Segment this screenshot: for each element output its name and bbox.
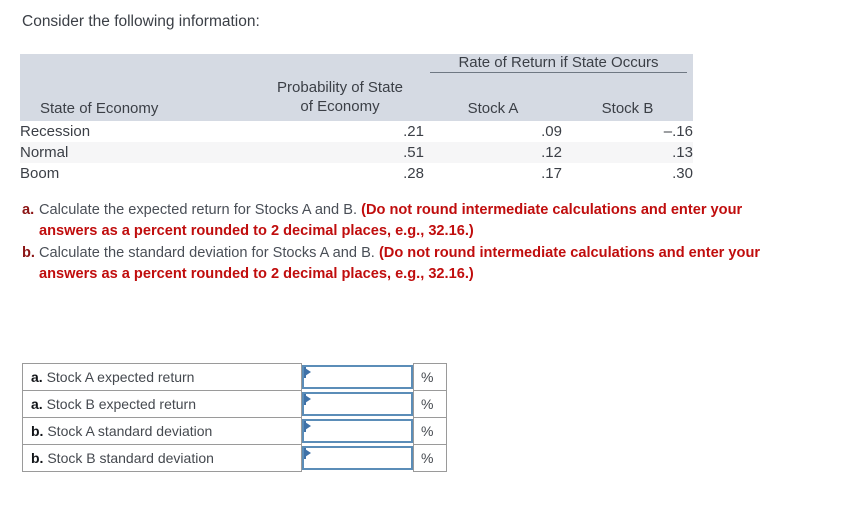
answer-input-cell: [301, 444, 414, 472]
answer-entry-table: a. Stock A expected return % a. Stock B …: [22, 363, 447, 472]
input-shell: [302, 365, 413, 389]
cell-stock-a: .17: [424, 162, 562, 184]
column-header-stock-b: Stock B: [601, 99, 654, 117]
stock-b-standard-deviation-input[interactable]: [304, 448, 411, 468]
answer-label: Stock B expected return: [46, 396, 196, 412]
information-table-head: Rate of Return if State Occurs State of …: [20, 54, 693, 121]
answer-label-cell: b. Stock B standard deviation: [22, 444, 302, 472]
table-row: Recession .21 .09 –.16: [20, 120, 693, 142]
answer-label-cell: b. Stock A standard deviation: [22, 417, 302, 445]
cell-stock-b: .13: [562, 141, 693, 163]
questions-list: a. Calculate the expected return for Sto…: [22, 200, 800, 286]
header-spacer-cell: [20, 54, 256, 71]
answer-entry-body: a. Stock A expected return % a. Stock B …: [22, 363, 447, 472]
cell-stock-a: .12: [424, 141, 562, 163]
answer-label: Stock A standard deviation: [47, 423, 213, 439]
column-header-state-of-economy: State of Economy: [40, 99, 159, 117]
answer-label-cell: a. Stock B expected return: [22, 390, 302, 418]
column-header-probability-line2: of Economy: [300, 97, 380, 115]
input-shell: [302, 446, 413, 470]
answer-input-cell: [301, 363, 414, 391]
information-table-container: Rate of Return if State Occurs State of …: [20, 54, 693, 184]
percent-symbol: %: [413, 390, 447, 418]
column-header-probability: Probability of State of Economy: [256, 77, 424, 121]
cell-state: Boom: [20, 162, 256, 184]
percent-symbol: %: [413, 444, 447, 472]
answer-row-stock-b-expected-return: a. Stock B expected return %: [22, 390, 447, 418]
question-marker-a: a.: [22, 202, 35, 218]
cell-stock-b: .30: [562, 162, 693, 184]
answer-row-stock-b-standard-deviation: b. Stock B standard deviation %: [22, 444, 447, 472]
column-group-header-rate-of-return: Rate of Return if State Occurs: [458, 54, 659, 71]
answer-label: Stock A expected return: [46, 369, 195, 385]
information-table: Rate of Return if State Occurs State of …: [20, 54, 693, 184]
column-header-stock-a: Stock A: [467, 99, 519, 117]
answer-input-cell: [301, 390, 414, 418]
group-header-underline: [430, 72, 687, 73]
cell-stock-b: –.16: [562, 120, 693, 142]
intro-text: Consider the following information:: [22, 13, 260, 30]
percent-symbol: %: [413, 417, 447, 445]
answer-label: Stock B standard deviation: [47, 450, 214, 466]
answer-input-cell: [301, 417, 414, 445]
header-labels-row: State of Economy Probability of State of…: [20, 77, 693, 121]
column-header-probability-line1: Probability of State: [277, 79, 403, 96]
answer-label-cell: a. Stock A expected return: [22, 363, 302, 391]
cell-stock-a: .09: [424, 120, 562, 142]
table-row: Boom .28 .17 .30: [20, 162, 693, 184]
cell-state: Normal: [20, 141, 256, 163]
answer-marker: a.: [31, 369, 43, 385]
answer-marker: b.: [31, 423, 44, 439]
stock-a-standard-deviation-input[interactable]: [304, 421, 411, 441]
table-row: Normal .51 .12 .13: [20, 141, 693, 163]
percent-symbol: %: [413, 363, 447, 391]
answer-marker: b.: [31, 450, 44, 466]
answer-marker: a.: [31, 396, 43, 412]
cell-probability: .28: [256, 162, 424, 184]
information-table-body: Recession .21 .09 –.16 Normal .51 .12 .1…: [20, 120, 693, 184]
question-text-a: Calculate the expected return for Stocks…: [39, 202, 358, 218]
cell-probability: .21: [256, 120, 424, 142]
question-item-a: a. Calculate the expected return for Sto…: [22, 200, 800, 242]
question-marker-b: b.: [22, 245, 35, 261]
input-shell: [302, 419, 413, 443]
input-shell: [302, 392, 413, 416]
question-text-b: Calculate the standard deviation for Sto…: [39, 245, 375, 261]
stock-b-expected-return-input[interactable]: [304, 394, 411, 414]
question-item-b: b. Calculate the standard deviation for …: [22, 243, 800, 285]
stock-a-expected-return-input[interactable]: [304, 367, 411, 387]
header-spacer-cell: [256, 54, 424, 71]
answer-row-stock-a-expected-return: a. Stock A expected return %: [22, 363, 447, 391]
header-top-spacer-row: Rate of Return if State Occurs: [20, 54, 693, 71]
answer-row-stock-a-standard-deviation: b. Stock A standard deviation %: [22, 417, 447, 445]
cell-state: Recession: [20, 120, 256, 142]
cell-probability: .51: [256, 141, 424, 163]
